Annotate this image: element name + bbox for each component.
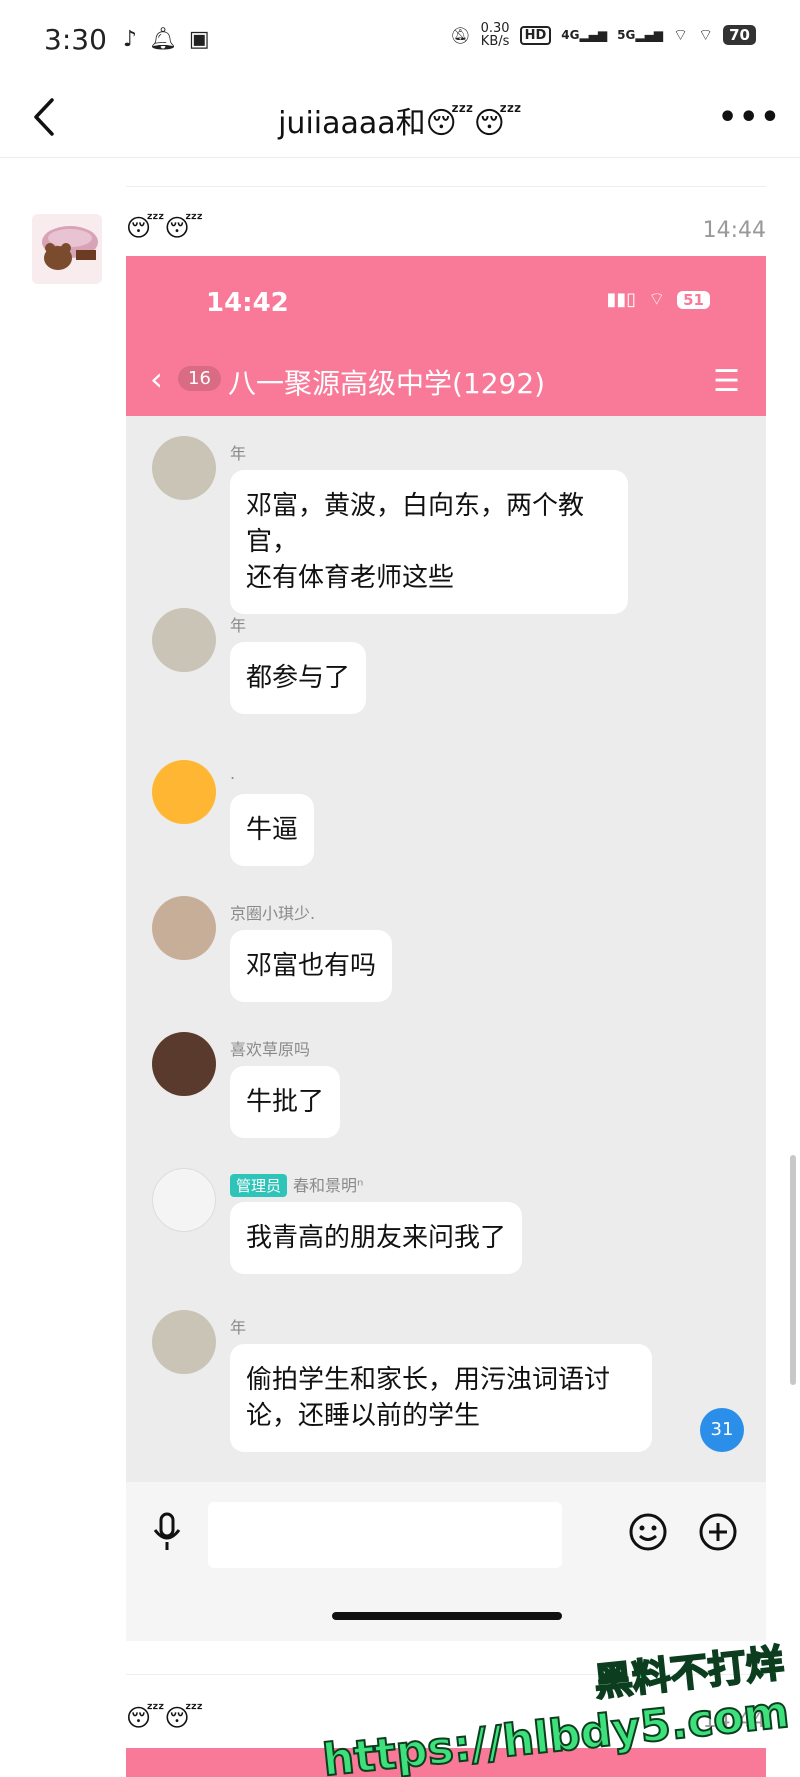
status-notification-icons: ♪ 🔔︎ ▣ [123, 27, 210, 52]
member-avatar [152, 1032, 216, 1096]
plus-icon [699, 1513, 737, 1551]
bubble-line: 牛逼 [246, 815, 299, 845]
new-message-badge: 31 [700, 1408, 744, 1452]
message-bubble: 都参与了 [230, 642, 367, 714]
chat-header: juiiaaaa和😴😴 ••• [0, 78, 800, 158]
divider [126, 186, 766, 187]
status-right-icons: 🔕︎ 0.30 KB/s HD 4G▂▄▆ 5G▂▄▆ ⌔ ⌔ 70 [450, 22, 756, 48]
member-avatar [152, 760, 216, 824]
signal-4g-label: 4G [561, 28, 580, 42]
sender-avatar[interactable] [32, 214, 102, 284]
screenshot-status-time: 14:42 [206, 288, 289, 318]
battery-indicator: 70 [723, 25, 756, 45]
bell-icon: 🔔︎ [148, 26, 177, 52]
bubble-line: 还有体育老师这些 [246, 563, 455, 593]
scrollbar-thumb[interactable] [790, 1155, 796, 1385]
member-name: . [230, 764, 236, 783]
net-speed-unit: KB/s [480, 34, 510, 49]
microphone-icon [153, 1512, 181, 1550]
member-name: 年 [230, 616, 247, 635]
member-name: 春和景明ⁿ [293, 1176, 364, 1195]
message-bubble: 牛批了 [230, 1066, 341, 1138]
screenshot-image[interactable]: 14:42 ▮▮▯ ⌔ 51 ‹ 16 八一聚源高级中学(1292) ☰ 年 邓… [126, 256, 766, 1641]
message-bubble: 邓富也有吗 [230, 930, 393, 1002]
screenshot-group-title: 八一聚源高级中学(1292) [228, 367, 546, 400]
member-name: 年 [230, 444, 247, 463]
home-indicator [332, 1612, 562, 1620]
wifi-icon: ⌔ [648, 289, 666, 310]
tiktok-icon: ♪ [122, 26, 137, 52]
screenshot-battery: 51 [677, 290, 710, 309]
message-icon: ▣ [188, 26, 210, 52]
message-time: 14:44 [702, 218, 766, 243]
member-name-row: 管理员 春和景明ⁿ [230, 1172, 363, 1197]
status-time: 3:30 [44, 22, 107, 56]
message-bubble: 邓富，黄波，白向东，两个教官， 还有体育老师这些 [230, 470, 628, 614]
signal-icon: ▮▮▯ [606, 289, 637, 310]
message-bubble: 偷拍学生和家长，用污浊词语讨 论，还睡以前的学生 [230, 1344, 652, 1452]
bubble-line: 邓富也有吗 [246, 951, 377, 981]
admin-role-tag: 管理员 [230, 1174, 288, 1197]
member-avatar [152, 896, 216, 960]
screenshot-back-icon: ‹ [150, 360, 163, 398]
signal-4g-icon: 4G▂▄▆ [561, 28, 608, 42]
emoji-icon [629, 1513, 667, 1551]
more-options-icon[interactable]: ••• [718, 100, 780, 135]
screenshot-input-bar [126, 1482, 766, 1641]
member-name: 年 [230, 1318, 247, 1337]
bubble-line: 我青高的朋友来问我了 [246, 1223, 507, 1253]
member-name: 京圈小琪少. [230, 904, 316, 923]
bubble-line: 都参与了 [246, 663, 351, 693]
wifi-icon-1: ⌔ [673, 25, 689, 44]
message-emoji: 😴😴 [126, 1704, 203, 1732]
net-speed: 0.30 KB/s [481, 22, 510, 48]
message-bubble: 牛逼 [230, 794, 315, 866]
signal-5g-icon: 5G▂▄▆ [617, 28, 664, 42]
status-bar: 3:30 ♪ 🔔︎ ▣ 🔕︎ 0.30 KB/s HD 4G▂▄▆ 5G▂▄▆ … [0, 0, 800, 78]
bubble-line: 论，还睡以前的学生 [246, 1401, 481, 1431]
member-avatar [152, 436, 216, 500]
mute-bell-icon: 🔕︎ [450, 25, 471, 45]
member-name: 喜欢草原吗 [230, 1040, 311, 1059]
member-avatar [152, 608, 216, 672]
screenshot-unread-count: 16 [178, 366, 221, 391]
screenshot-text-input [208, 1502, 562, 1568]
member-avatar [152, 1168, 216, 1232]
wifi-icon-2: ⌔ [698, 25, 714, 44]
screenshot-status-icons: ▮▮▯ ⌔ 51 [606, 288, 710, 311]
member-avatar [152, 1310, 216, 1374]
chat-title: juiiaaaa和😴😴 [278, 106, 522, 141]
hd-icon: HD [519, 25, 552, 45]
screenshot-menu-icon: ☰ [713, 364, 740, 399]
message-emoji: 😴😴 [126, 214, 203, 242]
bubble-line: 邓富，黄波，白向东，两个教官， [246, 491, 585, 557]
bubble-line: 偷拍学生和家长，用污浊词语讨 [246, 1365, 611, 1395]
screenshot-header: 14:42 ▮▮▯ ⌔ 51 ‹ 16 八一聚源高级中学(1292) ☰ [126, 256, 766, 416]
signal-5g-label: 5G [617, 28, 636, 42]
sender-avatar-image [32, 214, 102, 284]
message-bubble: 我青高的朋友来问我了 [230, 1202, 523, 1274]
bubble-line: 牛批了 [246, 1087, 325, 1117]
